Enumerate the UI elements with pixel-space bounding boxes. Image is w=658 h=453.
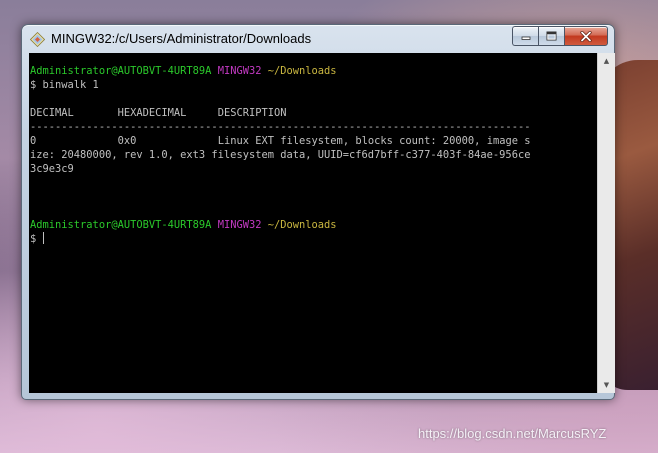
close-icon (580, 30, 592, 42)
minimize-icon (521, 36, 530, 40)
prompt-user-host: Administrator@AUTOBVT-4URT89A (30, 219, 212, 231)
row-description-wrap: ize: 20480000, rev 1.0, ext3 filesystem … (30, 149, 531, 161)
prompt-path: ~/Downloads (267, 65, 337, 77)
header-hexadecimal: HEXADECIMAL (117, 107, 187, 119)
prompt-symbol: $ (30, 233, 43, 245)
row-description: Linux EXT filesystem, blocks count: 2000… (217, 135, 531, 147)
header-decimal: DECIMAL (30, 107, 74, 119)
row-decimal: 0 (30, 135, 37, 147)
header-description: DESCRIPTION (217, 107, 287, 119)
scroll-down-arrow-icon[interactable]: ▼ (598, 377, 615, 393)
prompt-env: MINGW32 (217, 219, 262, 231)
maximize-icon (546, 31, 557, 41)
text-cursor (42, 232, 44, 244)
terminal-text: Administrator@AUTOBVT-4URT89A MINGW32 ~/… (30, 64, 531, 246)
window-title: MINGW32:/c/Users/Administrator/Downloads (51, 31, 312, 46)
maximize-button[interactable] (538, 26, 564, 46)
scroll-up-arrow-icon[interactable]: ▲ (598, 53, 615, 69)
minimize-button[interactable] (512, 26, 538, 46)
terminal-output[interactable]: Administrator@AUTOBVT-4URT89A MINGW32 ~/… (29, 53, 597, 393)
prompt-env: MINGW32 (217, 65, 262, 77)
prompt-path: ~/Downloads (267, 219, 337, 231)
row-description-wrap-end: 3c9e3c9 (30, 163, 74, 175)
title-bar[interactable]: MINGW32:/c/Users/Administrator/Downloads (22, 25, 614, 53)
table-separator: ----------------------------------------… (30, 121, 531, 133)
mingw-terminal-window[interactable]: MINGW32:/c/Users/Administrator/Downloads (21, 24, 615, 400)
command-line: $ binwalk 1 (30, 79, 99, 91)
mingw-app-icon (30, 32, 45, 47)
vertical-scrollbar[interactable]: ▲ ▼ (597, 53, 615, 393)
close-button[interactable] (564, 26, 608, 46)
watermark-text: https://blog.csdn.net/MarcusRYZ (418, 426, 607, 441)
prompt-user-host: Administrator@AUTOBVT-4URT89A (30, 65, 212, 77)
window-controls (512, 26, 608, 46)
row-hexadecimal: 0x0 (117, 135, 137, 147)
